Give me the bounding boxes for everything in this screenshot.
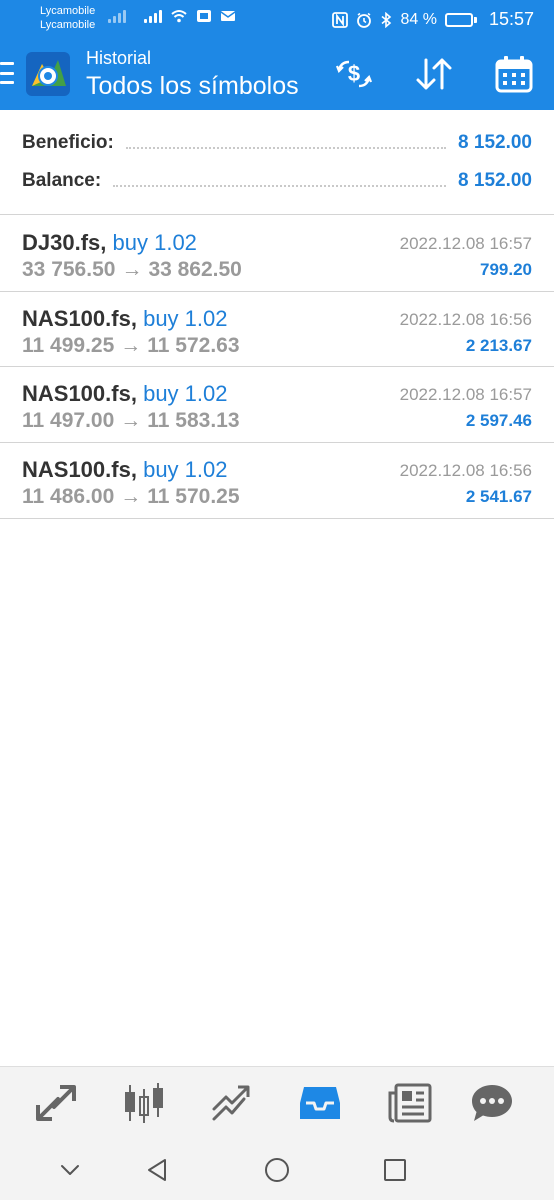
- deal-row[interactable]: NAS100.fs, buy 1.02 11 497.00 → 11 583.13 …: [0, 367, 554, 442]
- nfc-icon: [332, 11, 349, 28]
- arrow-right-icon: →: [121, 258, 143, 281]
- arrow-right-icon: →: [120, 409, 142, 432]
- trade-icon[interactable]: [210, 1081, 254, 1125]
- deal-side: buy 1.02: [143, 306, 228, 331]
- menu-icon[interactable]: [0, 62, 14, 84]
- deal-open-price: 11 497.00: [22, 409, 115, 432]
- deal-close-price: 11 583.13: [147, 409, 240, 432]
- deal-row[interactable]: NAS100.fs, buy 1.02 11 486.00 → 11 570.25 …: [0, 443, 554, 518]
- metatrader-logo[interactable]: [24, 50, 72, 98]
- deal-open-price: 33 756.50: [22, 258, 116, 281]
- deal-profit: 2 541.67: [465, 487, 532, 506]
- page-title[interactable]: Todos los símbolos: [86, 72, 299, 101]
- deal-side: buy 1.02: [143, 381, 228, 406]
- wifi-icon: [171, 10, 187, 23]
- sort-icon[interactable]: [412, 54, 456, 94]
- collapse-icon[interactable]: [56, 1156, 84, 1184]
- status-bar: Lycamobile Lycamobile 84 % 15:57: [0, 0, 554, 38]
- deal-profit: 2 597.46: [465, 411, 532, 430]
- system-nav-bar: [0, 1138, 554, 1200]
- battery-percent: 84 %: [400, 10, 437, 28]
- deal-open-price: 11 499.25: [22, 334, 115, 357]
- deal-close-price: 11 570.25: [147, 485, 240, 508]
- balance-row: Balance: 8 152.00: [22, 166, 532, 196]
- divider: [0, 518, 554, 519]
- history-icon[interactable]: [298, 1081, 342, 1125]
- dotted-leader: [125, 137, 447, 149]
- chart-icon[interactable]: [122, 1081, 166, 1125]
- back-icon[interactable]: [144, 1156, 172, 1184]
- deal-open-price: 11 486.00: [22, 485, 115, 508]
- deal-close-price: 11 572.63: [147, 334, 240, 357]
- profit-label: Beneficio:: [22, 132, 114, 153]
- deal-side: buy 1.02: [143, 457, 228, 482]
- deal-time: 2022.12.08 16:56: [399, 461, 532, 480]
- recents-icon[interactable]: [381, 1156, 409, 1184]
- deal-symbol: NAS100.fs,: [22, 306, 137, 331]
- status-right: 84 % 15:57: [332, 9, 534, 30]
- divider: [0, 214, 554, 215]
- chat-icon[interactable]: [470, 1081, 514, 1125]
- deal-time: 2022.12.08 16:56: [399, 310, 532, 329]
- deal-side: buy 1.02: [112, 230, 197, 255]
- bluetooth-icon: [381, 11, 392, 28]
- carrier-labels: Lycamobile Lycamobile: [40, 4, 95, 32]
- deal-symbol: DJ30.fs,: [22, 230, 107, 255]
- carrier-2: Lycamobile: [40, 19, 96, 31]
- arrow-right-icon: →: [120, 485, 142, 508]
- app-bar: Historial Todos los símbolos $: [0, 38, 554, 110]
- dotted-leader: [113, 175, 447, 187]
- deal-time: 2022.12.08 16:57: [399, 385, 532, 404]
- deal-profit: 799.20: [480, 260, 532, 279]
- quotes-icon[interactable]: [34, 1081, 78, 1125]
- balance-label: Balance:: [22, 170, 102, 191]
- alarm-icon: [357, 12, 372, 28]
- balance-value: 8 152.00: [458, 170, 532, 191]
- page-subtitle: Historial: [86, 48, 152, 68]
- deal-symbol: NAS100.fs,: [22, 457, 137, 482]
- carrier-1: Lycamobile: [40, 5, 96, 17]
- profit-row: Beneficio: 8 152.00: [22, 128, 532, 158]
- bottom-tab-bar: [0, 1066, 554, 1138]
- calendar-icon[interactable]: [492, 54, 536, 94]
- mail-icon: [220, 11, 236, 21]
- svg-text:$: $: [348, 61, 360, 86]
- deal-close-price: 33 862.50: [148, 258, 242, 281]
- clock: 15:57: [488, 9, 534, 29]
- deal-symbol: NAS100.fs,: [22, 381, 137, 406]
- battery-icon: [444, 12, 477, 27]
- top-area: Lycamobile Lycamobile 84 % 15:57 Histori…: [0, 0, 554, 110]
- deal-row[interactable]: DJ30.fs, buy 1.02 33 756.50 → 33 862.50 20…: [0, 216, 554, 291]
- news-icon[interactable]: [388, 1081, 432, 1125]
- signal-icon: [108, 9, 126, 23]
- currency-exchange-icon[interactable]: $: [332, 54, 376, 94]
- deal-row[interactable]: NAS100.fs, buy 1.02 11 499.25 → 11 572.63 …: [0, 292, 554, 367]
- status-left-icons: [108, 9, 236, 23]
- deal-profit: 2 213.67: [465, 336, 532, 355]
- profit-value: 8 152.00: [458, 132, 532, 153]
- home-icon[interactable]: [263, 1156, 291, 1184]
- arrow-right-icon: →: [120, 334, 142, 357]
- deal-time: 2022.12.08 16:57: [399, 234, 532, 253]
- signal-icon: [144, 9, 162, 23]
- sim-icon: [197, 10, 211, 22]
